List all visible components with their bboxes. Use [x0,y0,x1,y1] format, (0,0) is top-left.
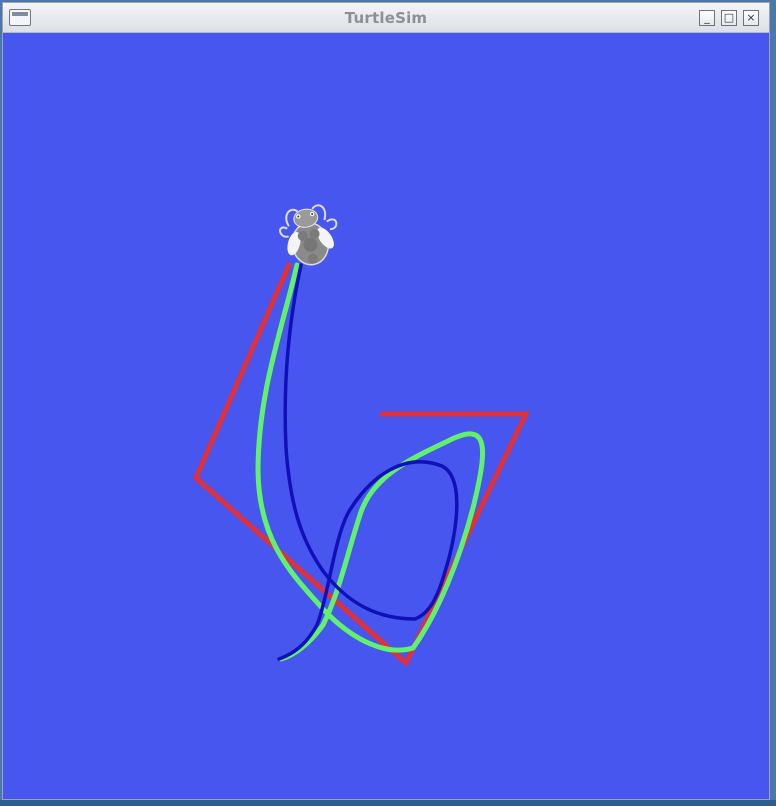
drawing-surface [3,33,769,799]
title-bar[interactable]: TurtleSim _ □ × [3,3,769,33]
desktop-taskbar-edge [0,800,776,806]
turtlesim-window: TurtleSim _ □ × [2,2,770,800]
maximize-button[interactable]: □ [721,10,737,26]
window-title: TurtleSim [344,9,428,27]
close-button[interactable]: × [743,10,759,26]
minimize-button[interactable]: _ [699,10,715,26]
turtle-canvas [3,33,769,799]
